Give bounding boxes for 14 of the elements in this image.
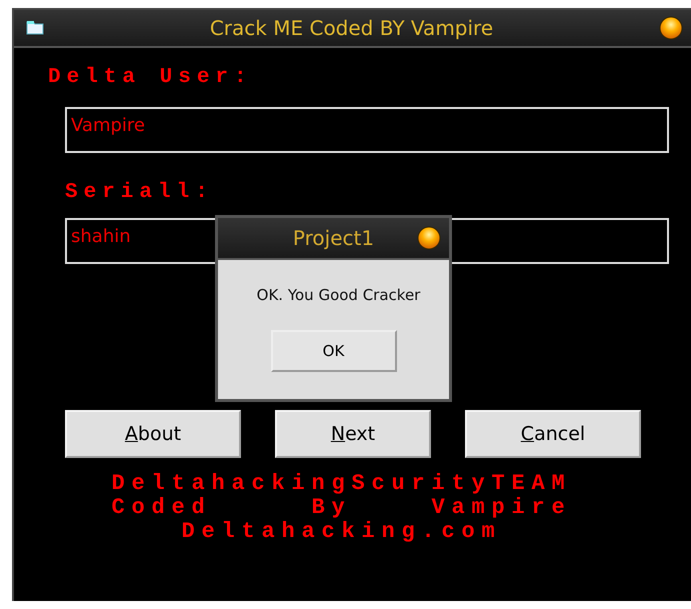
button[interactable]: Cancel bbox=[465, 410, 641, 458]
credit-text: Deltahacking.com bbox=[181, 520, 502, 544]
credit-text: DeltahackingScurityTEAM bbox=[111, 472, 572, 496]
field-label: Seriall: bbox=[65, 181, 215, 204]
button[interactable]: Next bbox=[275, 410, 431, 458]
ok-button[interactable]: OK bbox=[270, 330, 396, 372]
folder-icon[interactable] bbox=[26, 20, 44, 36]
dialog-title: Project1 bbox=[292, 226, 376, 250]
window-title: Crack ME Coded BY Vampire bbox=[208, 16, 494, 40]
dialog-message: OK. You Good Cracker bbox=[256, 286, 420, 304]
button[interactable]: About bbox=[65, 410, 241, 458]
field-label: Delta User: bbox=[48, 66, 254, 89]
credit-text: Coded By Vampire bbox=[111, 496, 572, 520]
input-field[interactable]: Vampire bbox=[65, 107, 669, 153]
